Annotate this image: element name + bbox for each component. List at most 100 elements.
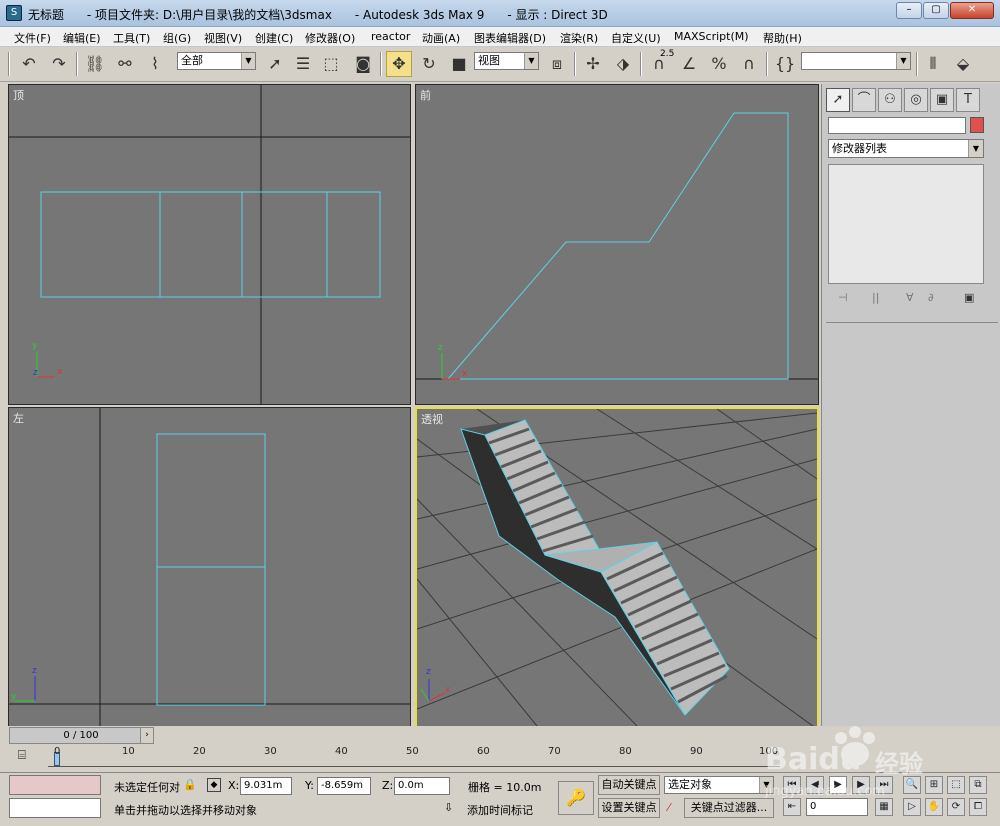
y-coordinate-field[interactable]: -8.659m: [317, 777, 371, 795]
make-unique-icon[interactable]: ∀: [906, 291, 914, 304]
menu-file[interactable]: 文件(F): [14, 30, 51, 46]
viewport-left[interactable]: 左 z y: [8, 407, 411, 728]
select-by-name-icon[interactable]: ☰: [290, 51, 316, 77]
create-tab-icon[interactable]: ➚: [826, 88, 850, 112]
maximize-button[interactable]: ▢: [923, 2, 949, 19]
zoom-extents-all-icon[interactable]: ⧉: [969, 776, 987, 794]
viewport-label-left[interactable]: 左: [13, 410, 24, 426]
set-key-icon[interactable]: 🔑: [558, 781, 594, 815]
remove-modifier-icon[interactable]: ∂: [928, 291, 934, 304]
spinner-snap-icon[interactable]: ∩: [736, 51, 762, 77]
key-mode-dropdown[interactable]: 选定对象 ▼: [664, 776, 774, 794]
menu-tools[interactable]: 工具(T): [113, 30, 150, 46]
key-mode-toggle-icon[interactable]: ⇤: [783, 798, 801, 816]
minimize-button[interactable]: –: [896, 2, 922, 19]
key-tangent-icon[interactable]: ⁄: [668, 801, 670, 814]
zoom-extents-icon[interactable]: ⬚: [947, 776, 965, 794]
add-time-tag-button[interactable]: 添加时间标记: [467, 802, 533, 818]
zoom-all-icon[interactable]: ⊞: [925, 776, 943, 794]
show-end-result-icon[interactable]: ||: [872, 291, 879, 304]
time-tag-icon[interactable]: ⇩: [444, 801, 453, 814]
select-and-move-icon[interactable]: ✥: [386, 51, 412, 77]
mirror-icon[interactable]: ⫴: [920, 51, 946, 77]
pan-icon[interactable]: ✋: [925, 798, 943, 816]
stair-wireframe-top[interactable]: [40, 191, 381, 298]
menu-modifiers[interactable]: 修改器(O): [305, 30, 355, 46]
rectangular-selection-icon[interactable]: ⬚: [318, 51, 344, 77]
menu-views[interactable]: 视图(V): [204, 30, 242, 46]
viewport-perspective[interactable]: 透视 z x: [415, 407, 819, 728]
curve-editor-icon[interactable]: ⌸: [18, 748, 38, 766]
window-crossing-icon[interactable]: ◙: [350, 51, 376, 77]
trackbar[interactable]: ⌸ 0 10 20 30 40 50 60 70 80 90 100: [18, 746, 780, 772]
menu-create[interactable]: 创建(C): [255, 30, 293, 46]
utilities-tab-icon[interactable]: T: [956, 88, 980, 112]
menu-reactor[interactable]: reactor: [371, 30, 410, 43]
unlink-selection-icon[interactable]: ⚯: [112, 51, 138, 77]
display-tab-icon[interactable]: ▣: [930, 88, 954, 112]
viewport-front[interactable]: 前 z x: [415, 84, 819, 405]
go-to-end-icon[interactable]: ⏭: [875, 776, 893, 794]
align-icon[interactable]: ⬙: [950, 51, 976, 77]
configure-modifier-sets-icon[interactable]: ▣: [964, 291, 974, 304]
lock-icon[interactable]: 🔒: [183, 778, 197, 791]
modifier-list-dropdown[interactable]: 修改器列表 ▼: [828, 139, 984, 158]
percent-snap-icon[interactable]: %: [706, 51, 732, 77]
z-coordinate-field[interactable]: 0.0m: [394, 777, 450, 795]
arc-rotate-icon[interactable]: ⟳: [947, 798, 965, 816]
keyboard-shortcut-override-icon[interactable]: ⬗: [610, 51, 636, 77]
select-and-link-icon[interactable]: ⛓: [82, 51, 108, 77]
object-color-swatch[interactable]: [970, 117, 984, 133]
reference-coordinate-dropdown[interactable]: 视图 ▼: [474, 52, 539, 70]
set-key-button[interactable]: 设置关键点: [598, 798, 660, 818]
motion-tab-icon[interactable]: ◎: [904, 88, 928, 112]
named-selection-dropdown[interactable]: ▼: [801, 52, 911, 70]
stair-wireframe-front[interactable]: [447, 112, 789, 380]
select-and-scale-icon[interactable]: ■: [446, 51, 472, 77]
next-frame-icon[interactable]: ▶: [852, 776, 870, 794]
key-filters-button[interactable]: 关键点过滤器...: [684, 798, 774, 818]
modifier-stack[interactable]: [828, 164, 984, 284]
absolute-transform-icon[interactable]: ◆: [207, 778, 221, 792]
field-of-view-icon[interactable]: ▷: [903, 798, 921, 816]
maxscript-listener-mini[interactable]: [9, 775, 101, 795]
x-coordinate-field[interactable]: 9.031m: [240, 777, 292, 795]
go-to-start-icon[interactable]: ⏮: [783, 776, 801, 794]
undo-icon[interactable]: ↶: [16, 51, 42, 77]
menu-graph-editors[interactable]: 图表编辑器(D): [474, 30, 546, 46]
viewport-label-top[interactable]: 顶: [13, 87, 24, 103]
menu-help[interactable]: 帮助(H): [763, 30, 802, 46]
select-object-icon[interactable]: ➚: [262, 51, 288, 77]
maxscript-input-mini[interactable]: [9, 798, 101, 818]
selection-filter-dropdown[interactable]: 全部 ▼: [177, 52, 256, 70]
close-button[interactable]: ✕: [950, 2, 994, 19]
next-frame-arrow-icon[interactable]: ›: [140, 727, 154, 744]
menu-customize[interactable]: 自定义(U): [611, 30, 661, 46]
redo-icon[interactable]: ↷: [46, 51, 72, 77]
hierarchy-tab-icon[interactable]: ⚇: [878, 88, 902, 112]
play-icon[interactable]: ▶: [829, 776, 847, 794]
menu-maxscript[interactable]: MAXScript(M): [674, 30, 749, 43]
viewport-label-perspective[interactable]: 透视: [421, 411, 443, 427]
viewport-top[interactable]: 顶 y x z: [8, 84, 411, 405]
viewport-label-front[interactable]: 前: [420, 87, 431, 103]
maximize-viewport-icon[interactable]: ⧠: [969, 798, 987, 816]
3dsmax-icon[interactable]: S: [6, 5, 22, 21]
bind-to-space-warp-icon[interactable]: ⌇: [142, 51, 168, 77]
menu-group[interactable]: 组(G): [163, 30, 191, 46]
stair-wireframe-left[interactable]: [156, 433, 266, 706]
time-slider[interactable]: 0 / 100: [9, 727, 153, 744]
auto-key-button[interactable]: 自动关键点: [598, 775, 660, 795]
previous-frame-icon[interactable]: ◀: [806, 776, 824, 794]
zoom-icon[interactable]: 🔍: [903, 776, 921, 794]
edit-named-selection-icon[interactable]: {}: [772, 51, 798, 77]
time-configuration-icon[interactable]: ▦: [875, 798, 893, 816]
select-and-rotate-icon[interactable]: ↻: [416, 51, 442, 77]
pivot-center-icon[interactable]: ⧈: [544, 51, 570, 77]
menu-rendering[interactable]: 渲染(R): [560, 30, 598, 46]
select-and-manipulate-icon[interactable]: ✢: [580, 51, 606, 77]
object-name-field[interactable]: [828, 117, 966, 134]
angle-snap-icon[interactable]: ∠: [676, 51, 702, 77]
current-frame-field[interactable]: 0: [806, 798, 868, 816]
menu-animation[interactable]: 动画(A): [422, 30, 460, 46]
